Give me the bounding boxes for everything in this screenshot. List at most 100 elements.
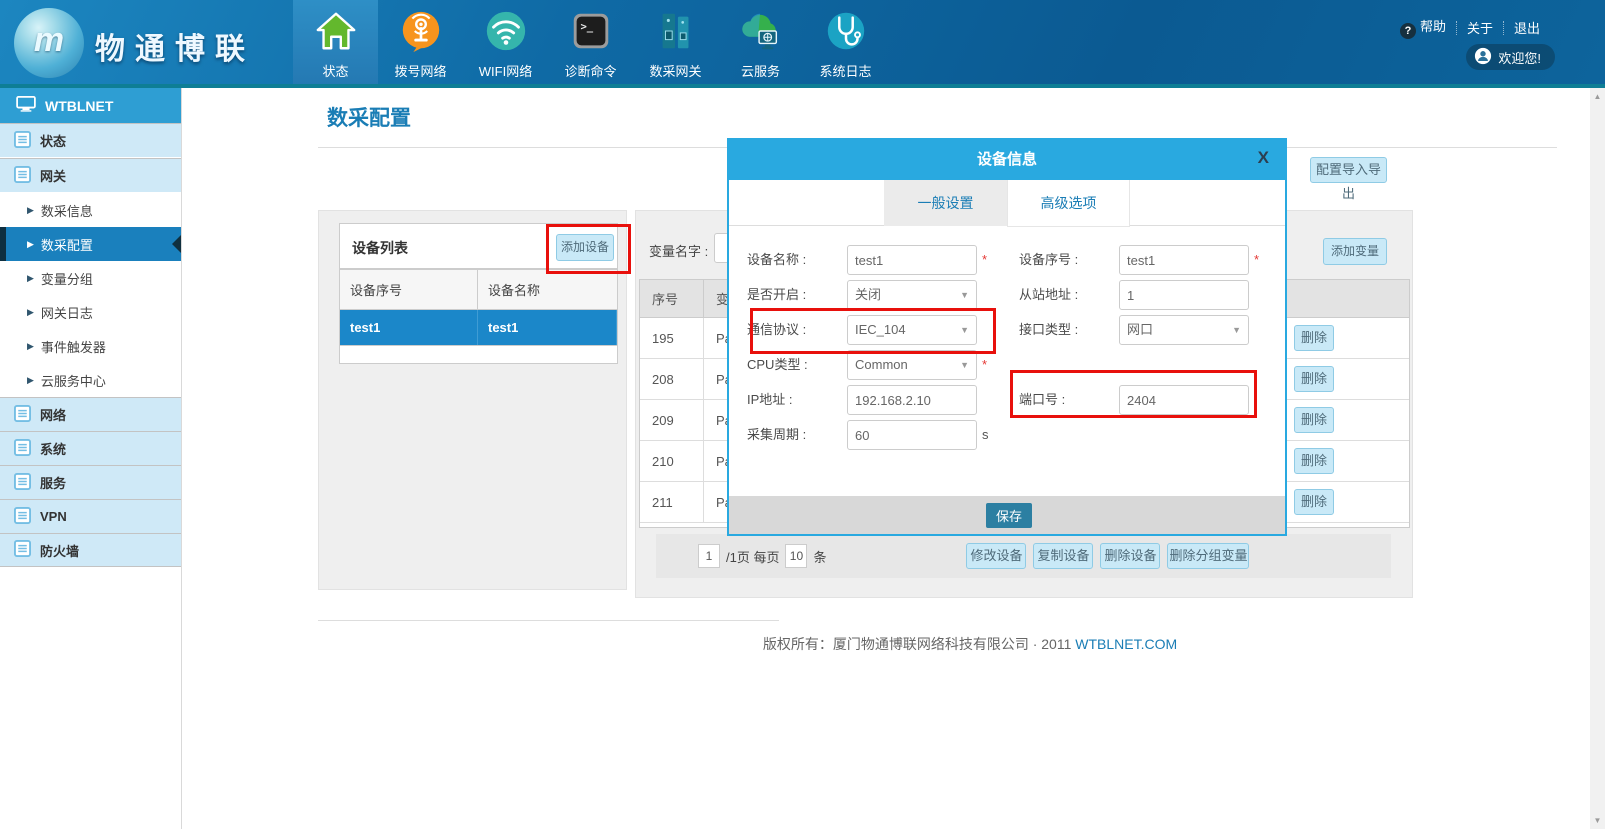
required-asterisk: * xyxy=(982,350,987,380)
triangle-icon: ▶ xyxy=(27,239,34,250)
nav-item-diagnostic-command[interactable]: >_ 诊断命令 xyxy=(548,0,633,88)
variable-filter-label: 变量名字 : xyxy=(649,241,708,260)
divider xyxy=(318,620,779,621)
interface-type-label: 接口类型 : xyxy=(1019,315,1078,345)
port-input[interactable] xyxy=(1119,385,1249,415)
delete-row-button[interactable]: 删除 xyxy=(1294,366,1334,392)
port-label: 端口号 : xyxy=(1019,385,1065,415)
copy-device-button[interactable]: 复制设备 xyxy=(1033,543,1093,569)
device-name-label: 设备名称 : xyxy=(747,245,806,275)
device-serial-input[interactable] xyxy=(1119,245,1249,275)
home-icon xyxy=(313,8,359,58)
scroll-down-icon[interactable]: ▼ xyxy=(1590,816,1605,825)
sidebar-item-system[interactable]: 系统 xyxy=(0,431,181,465)
device-row-empty xyxy=(340,346,617,367)
sidebar-item-status[interactable]: 状态 xyxy=(0,123,181,157)
modal-footer: 保存 xyxy=(729,496,1285,534)
add-variable-button[interactable]: 添加变量 xyxy=(1323,238,1387,265)
slave-address-input[interactable] xyxy=(1119,280,1249,310)
delete-row-button[interactable]: 删除 xyxy=(1294,407,1334,433)
protocol-select[interactable]: IEC_104▼ xyxy=(847,315,977,345)
about-link[interactable]: 关于 xyxy=(1457,18,1503,37)
modal-title: 设备信息 xyxy=(729,140,1285,180)
nav-item-data-gateway[interactable]: 数采网关 xyxy=(633,0,718,88)
syslog-icon xyxy=(823,8,869,58)
terminal-icon: >_ xyxy=(568,8,614,58)
sidebar-item-cloud-center[interactable]: ▶云服务中心 xyxy=(0,363,181,397)
sidebar-item-label: 防火墙 xyxy=(40,541,79,560)
cpu-type-label: CPU类型 : xyxy=(747,350,808,380)
device-row-selected[interactable]: test1 test1 xyxy=(340,310,617,346)
top-navigation-bar: m 物通博联 状态 拨号网络 WIFI网络 >_ 诊断命令 xyxy=(0,0,1605,88)
logo-sphere-icon: m xyxy=(14,8,84,78)
close-icon[interactable]: X xyxy=(1258,148,1269,168)
interface-type-select[interactable]: 网口▼ xyxy=(1119,315,1249,345)
enabled-select[interactable]: 关闭▼ xyxy=(847,280,977,310)
sidebar-item-service[interactable]: 服务 xyxy=(0,465,181,499)
delete-row-button[interactable]: 删除 xyxy=(1294,489,1334,515)
sidebar-item-data-config[interactable]: ▶ 数采配置 xyxy=(0,227,181,261)
nav-item-wifi-network[interactable]: WIFI网络 xyxy=(463,0,548,88)
save-button[interactable]: 保存 xyxy=(986,503,1032,528)
select-value: 关闭 xyxy=(855,287,881,302)
page-size-input[interactable] xyxy=(785,544,807,568)
sidebar-item-vpn[interactable]: VPN xyxy=(0,499,181,533)
row-no-cell: 210 xyxy=(640,454,703,469)
footer-link[interactable]: WTBLNET.COM xyxy=(1075,636,1177,652)
sidebar-item-network[interactable]: 网络 xyxy=(0,397,181,431)
sidebar-item-firewall[interactable]: 防火墙 xyxy=(0,533,181,567)
sidebar-item-label: 数采配置 xyxy=(41,235,93,254)
help-link[interactable]: ?帮助 xyxy=(1390,16,1456,39)
cloud-icon xyxy=(738,8,784,58)
monitor-icon xyxy=(16,96,36,115)
modify-device-button[interactable]: 修改设备 xyxy=(966,543,1026,569)
list-icon xyxy=(14,473,31,493)
row-no-cell: 211 xyxy=(640,495,703,510)
sidebar-item-label: VPN xyxy=(40,509,67,524)
sidebar-item-gateway-log[interactable]: ▶网关日志 xyxy=(0,295,181,329)
scroll-up-icon[interactable]: ▲ xyxy=(1590,92,1605,101)
column-header-device-name: 设备名称 xyxy=(478,270,617,309)
delete-device-button[interactable]: 删除设备 xyxy=(1100,543,1160,569)
sidebar-item-data-info[interactable]: ▶数采信息 xyxy=(0,193,181,227)
collect-period-input[interactable] xyxy=(847,420,977,450)
ip-address-input[interactable] xyxy=(847,385,977,415)
sidebar-item-variable-group[interactable]: ▶变量分组 xyxy=(0,261,181,295)
nav-item-system-log[interactable]: 系统日志 xyxy=(803,0,888,88)
logout-link[interactable]: 退出 xyxy=(1504,18,1550,37)
page-count-text: /1页 每页 xyxy=(726,547,779,566)
nav-item-status[interactable]: 状态 xyxy=(293,0,378,88)
device-list-title: 设备列表 xyxy=(352,238,408,258)
column-header-device-serial: 设备序号 xyxy=(340,270,478,309)
footer: 版权所有：厦门物通博联网络科技有限公司 · 2011 WTBLNET.COM xyxy=(340,634,1600,654)
nav-label: 数采网关 xyxy=(633,61,718,80)
list-icon xyxy=(14,540,31,560)
brand-logo-text: 物通博联 xyxy=(95,24,255,68)
nav-label: 拨号网络 xyxy=(378,61,463,80)
nav-item-cloud-service[interactable]: 云服务 xyxy=(718,0,803,88)
nav-item-dialup-network[interactable]: 拨号网络 xyxy=(378,0,463,88)
question-icon: ? xyxy=(1400,23,1416,39)
user-icon xyxy=(1474,47,1492,68)
device-name-cell: test1 xyxy=(478,310,617,345)
tab-advanced-options[interactable]: 高级选项 xyxy=(1007,180,1130,227)
delete-row-button[interactable]: 删除 xyxy=(1294,448,1334,474)
add-device-button[interactable]: 添加设备 xyxy=(556,234,614,261)
page-number-input[interactable] xyxy=(698,544,720,568)
sidebar-item-event-trigger[interactable]: ▶事件触发器 xyxy=(0,329,181,363)
vertical-scrollbar[interactable]: ▲ ▼ xyxy=(1590,88,1605,829)
chevron-down-icon: ▼ xyxy=(960,316,969,344)
device-list-header: 设备列表 添加设备 xyxy=(339,223,618,269)
sidebar-header: WTBLNET xyxy=(0,88,181,123)
device-name-input[interactable] xyxy=(847,245,977,275)
cpu-type-select[interactable]: Common▼ xyxy=(847,350,977,380)
config-import-export-button[interactable]: 配置导入导出 xyxy=(1310,157,1387,183)
tab-general-settings[interactable]: 一般设置 xyxy=(884,180,1007,226)
welcome-badge: 欢迎您! xyxy=(1466,44,1555,70)
sidebar-item-gateway[interactable]: 网关 xyxy=(0,158,181,192)
delete-row-button[interactable]: 删除 xyxy=(1294,325,1334,351)
delete-group-variable-button[interactable]: 删除分组变量 xyxy=(1167,543,1249,569)
device-serial-label: 设备序号 : xyxy=(1019,245,1078,275)
dialup-icon xyxy=(398,8,444,58)
modal-header: 设备信息 X xyxy=(729,140,1285,180)
